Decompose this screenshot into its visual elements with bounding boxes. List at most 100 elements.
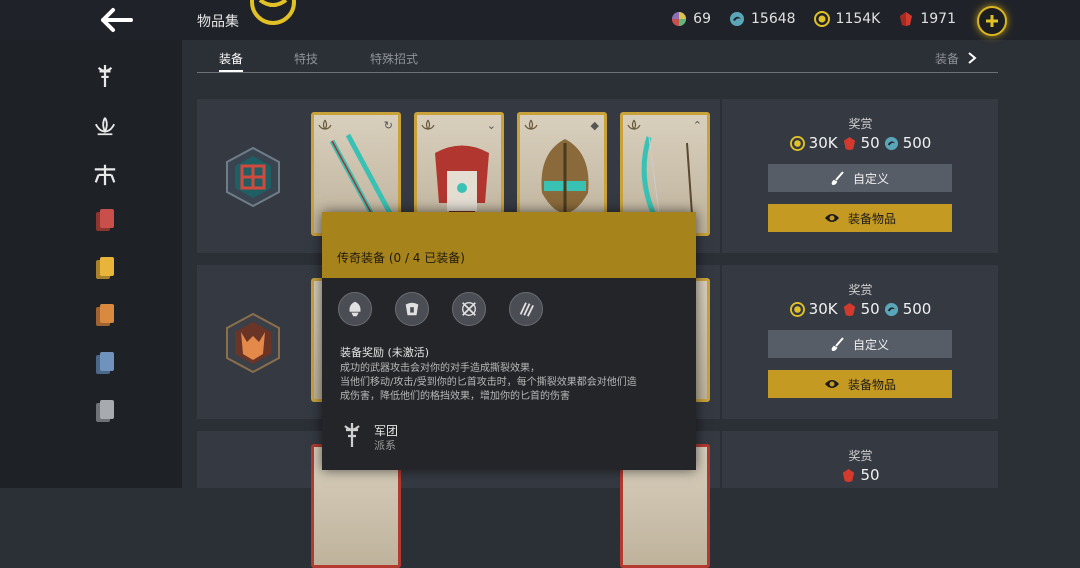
faction-emblem-icon (421, 119, 435, 131)
reward-values: 30K 50 500 (720, 300, 1001, 318)
rubies-value: 1971 (920, 11, 956, 27)
faction-emblem-icon (627, 119, 641, 131)
next-category-label: 装备 (935, 52, 960, 66)
yellow-cards-icon (96, 257, 114, 279)
reward-steel: 500 (902, 300, 932, 318)
sidebar-item-gray-cards[interactable] (90, 396, 120, 426)
sidebar-item-orange-cards[interactable] (90, 300, 120, 330)
claw-slot-icon (509, 292, 543, 326)
page-title: 物品集 (197, 14, 239, 30)
tab-special-moves[interactable]: 特殊招式 (370, 50, 418, 67)
paintbrush-icon (831, 337, 844, 351)
weapon-slot-icon (452, 292, 486, 326)
currency-rubies[interactable]: 1971 (898, 11, 956, 27)
equip-items-button[interactable]: 装备物品 (768, 370, 952, 398)
steel-icon (730, 12, 744, 26)
bonus-description: 成功的武器攻击会对你的对手造成撕裂效果， 当他们移动/攻击/受到你的匕首攻击时，… (340, 362, 686, 404)
coins-value: 1154K (835, 11, 881, 27)
sidebar-item-yellow-cards[interactable] (90, 253, 120, 283)
sidebar-item-chosen[interactable] (90, 111, 120, 141)
emblem-hex-red-icon (226, 146, 280, 208)
steel-icon (884, 302, 898, 316)
blue-cards-icon (96, 352, 114, 374)
eye-icon (824, 214, 839, 222)
paintbrush-icon (831, 171, 844, 185)
chosen-faction-icon (95, 117, 115, 136)
logo-icon (246, 0, 300, 26)
reward-title: 奖赏 (848, 117, 873, 131)
chest-slot-icon: ⌄ (486, 119, 496, 132)
helmet-slot-icon (338, 292, 372, 326)
ruby-icon (843, 302, 855, 316)
steel-value: 15648 (751, 11, 796, 27)
chest-slot-icon (395, 292, 429, 326)
reward-rubies: 50 (860, 300, 880, 318)
sidebar-item-blue-cards[interactable] (90, 348, 120, 378)
sidebar-item-legion[interactable] (90, 61, 120, 91)
reward-values: 30K 50 500 (720, 134, 1001, 152)
currency-bar: 69 15648 1154K 1971 (671, 11, 956, 27)
legion-faction-icon (344, 423, 360, 447)
sidebar-item-samurai[interactable] (90, 159, 120, 189)
customize-button[interactable]: 自定义 (768, 330, 952, 358)
steel-icon (884, 136, 898, 150)
legion-faction-icon (97, 65, 113, 87)
ruby-icon (843, 468, 855, 482)
equip-items-label: 装备物品 (847, 377, 896, 392)
description-line: 成伤害，降低他们的格挡效果，增加你的匕首的伤害 (340, 391, 570, 402)
currency-steel[interactable]: 15648 (729, 11, 796, 27)
emblem-wolf-icon (226, 312, 280, 374)
helmet-slot-icon: ◆ (590, 119, 599, 132)
description-line: 当他们移动/攻击/受到你的匕首攻击时，每个撕裂效果都会对他们造 (340, 377, 637, 388)
reward-rubies: 50 (860, 134, 880, 152)
tab-bar: 装备 特技 特殊招式 (197, 40, 998, 74)
chevron-right-icon (968, 52, 977, 64)
reward-panel: 奖赏 50 (720, 447, 1001, 484)
gold-coin-icon (789, 301, 805, 317)
red-cards-icon (96, 209, 114, 231)
reward-coins: 30K (808, 134, 838, 152)
tab-feats[interactable]: 特技 (294, 50, 318, 67)
faction-emblem-icon (524, 119, 538, 131)
faction-emblem-icon (318, 119, 332, 131)
reward-rubies: 50 (860, 466, 880, 484)
customize-label: 自定义 (852, 337, 889, 352)
sidebar-item-red-cards[interactable] (90, 205, 120, 235)
next-category-link[interactable]: 装备 (935, 50, 977, 67)
gray-cards-icon (96, 400, 114, 422)
customize-button[interactable]: 自定义 (768, 164, 952, 192)
reward-coins: 30K (808, 300, 838, 318)
tab-divider (197, 72, 998, 73)
ruby-icon (900, 12, 913, 26)
reward-title: 奖赏 (848, 283, 873, 297)
gems-value: 69 (693, 11, 711, 27)
reward-steel: 500 (902, 134, 932, 152)
reward-title: 奖赏 (848, 449, 873, 463)
faction-type: 派系 (374, 439, 396, 452)
eye-icon (824, 380, 839, 388)
customize-label: 自定义 (852, 171, 889, 186)
set-bonus-tooltip: 传奇装备 (0 / 4 已装备) 装备奖励 (未激活) 成功的武器攻击会对你的对… (322, 212, 696, 470)
gear-slot-icons (338, 292, 543, 326)
reward-panel: 奖赏 30K 50 500 (720, 115, 1001, 152)
currency-gems[interactable]: 69 (671, 11, 711, 27)
plus-icon (986, 15, 998, 27)
back-arrow-icon[interactable] (98, 6, 134, 34)
reward-values: 50 (720, 466, 1001, 484)
add-currency-button[interactable] (977, 6, 1007, 36)
top-bar: 物品集 69 15648 1154K 1971 (0, 0, 1080, 40)
tooltip-header (322, 212, 696, 278)
orange-cards-icon (96, 304, 114, 326)
equip-items-button[interactable]: 装备物品 (768, 204, 952, 232)
reward-panel: 奖赏 30K 50 500 (720, 281, 1001, 318)
weapon-slot-icon: ↻ (383, 119, 393, 132)
gold-coin-icon (789, 135, 805, 151)
ruby-icon (843, 136, 855, 150)
description-line: 成功的武器攻击会对你的对手造成撕裂效果， (340, 363, 540, 374)
equip-items-label: 装备物品 (847, 211, 896, 226)
multicolor-gem-icon (672, 12, 687, 26)
bonus-title: 装备奖励 (未激活) (340, 346, 430, 359)
tab-gear[interactable]: 装备 (219, 50, 243, 67)
currency-coins[interactable]: 1154K (813, 11, 881, 27)
tooltip-title: 传奇装备 (0 / 4 已装备) (337, 251, 465, 265)
